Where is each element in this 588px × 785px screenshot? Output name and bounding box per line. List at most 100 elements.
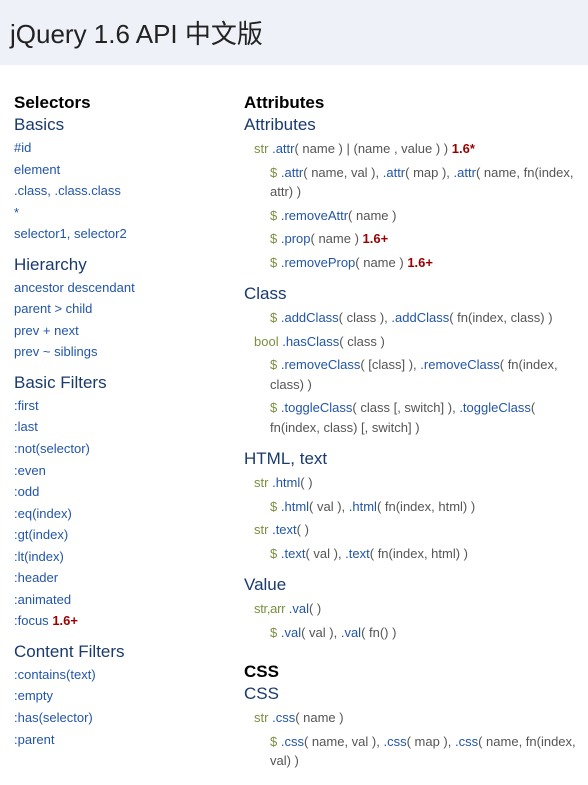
method-link[interactable]: .removeClass [420,357,499,372]
method-link[interactable]: .css [281,734,304,749]
method-link[interactable]: .addClass [281,310,339,325]
api-line: $ .css( name, val ), .css( map ), .css( … [270,732,578,771]
selector-link[interactable]: :empty [14,688,53,703]
method-args: ( ) [309,601,321,616]
api-line: str,arr .val( ) [254,599,578,619]
method-link[interactable]: .css [272,710,295,725]
list-item: prev + next [14,322,244,340]
selector-link[interactable]: ancestor descendant [14,280,135,295]
method-args: ( name ) [295,710,343,725]
list-item: :animated [14,591,244,609]
list-item: element [14,161,244,179]
value-sub-heading: Value [244,575,578,595]
selector-link[interactable]: :eq(index) [14,506,72,521]
method-args: ( name ) [355,255,403,270]
selector-link[interactable]: prev ~ siblings [14,344,97,359]
api-line: $ .removeClass( [class] ), .removeClass(… [270,355,578,394]
selector-link[interactable]: :even [14,463,46,478]
selector-link[interactable]: * [14,205,19,220]
return-type: $ [270,625,277,640]
method-link[interactable]: .val [289,601,309,616]
version-badge: 1.6+ [407,255,433,270]
list-item: :has(selector) [14,709,244,727]
selector-link[interactable]: element [14,162,60,177]
api-line: $ .prop( name ) 1.6+ [270,229,578,249]
return-type: $ [270,734,277,749]
method-args: ( name ) [348,208,396,223]
method-args: ( map ), [405,165,453,180]
selector-link[interactable]: :lt(index) [14,549,64,564]
method-link[interactable]: .css [383,734,406,749]
selector-link[interactable]: .class, .class.class [14,183,121,198]
method-link[interactable]: .toggleClass [459,400,531,415]
method-link[interactable]: .hasClass [282,334,339,349]
method-link[interactable]: .text [281,546,306,561]
selectors-heading: Selectors [14,93,244,113]
method-args: ( ) [297,522,309,537]
method-link[interactable]: .val [341,625,361,640]
method-link[interactable]: .val [281,625,301,640]
method-link[interactable]: .addClass [391,310,449,325]
method-link[interactable]: .attr [281,165,303,180]
method-link[interactable]: .html [272,475,300,490]
selector-link[interactable]: :first [14,398,39,413]
method-link[interactable]: .removeAttr [281,208,348,223]
selector-link[interactable]: :not(selector) [14,441,90,456]
list-item: :empty [14,687,244,705]
method-args: ( [class] ), [360,357,420,372]
list-item: :not(selector) [14,440,244,458]
content-filters-heading: Content Filters [14,642,244,662]
selector-link[interactable]: :contains(text) [14,667,96,682]
method-args: ( fn(index, html) ) [377,499,475,514]
attributes-column: Attributes Attributes str .attr( name ) … [244,93,578,775]
method-link[interactable]: .html [349,499,377,514]
method-link[interactable]: .prop [281,231,311,246]
version-badge: 1.6+ [363,231,389,246]
return-type: bool [254,334,279,349]
return-type: str [254,141,268,156]
method-args: ( name, val ), [303,165,382,180]
version-badge: 1.6+ [52,613,78,628]
basics-list: #id element .class, .class.class * selector1… [14,139,244,243]
list-item: * [14,204,244,222]
basics-heading: Basics [14,115,244,135]
method-link[interactable]: .attr [454,165,476,180]
selector-link[interactable]: :animated [14,592,71,607]
method-link[interactable]: .removeClass [281,357,360,372]
selector-link[interactable]: :has(selector) [14,710,93,725]
method-link[interactable]: .toggleClass [281,400,353,415]
list-item: :odd [14,483,244,501]
selector-link[interactable]: selector1, selector2 [14,226,127,241]
method-link[interactable]: .attr [272,141,294,156]
selector-link[interactable]: :odd [14,484,39,499]
return-type: str [254,522,268,537]
api-line: str .text( ) [254,520,578,540]
hierarchy-list: ancestor descendant parent > child prev + … [14,279,244,361]
basic-filters-last: :focus 1.6+ [14,612,244,630]
selector-link[interactable]: :parent [14,732,54,747]
method-args: ( class [, switch] ), [352,400,459,415]
selector-link[interactable]: :focus [14,613,49,628]
list-item: :eq(index) [14,505,244,523]
method-link[interactable]: .text [272,522,297,537]
list-item: selector1, selector2 [14,225,244,243]
selector-link[interactable]: :last [14,419,38,434]
selector-link[interactable]: :header [14,570,58,585]
method-args: ( ) [300,475,312,490]
method-link[interactable]: .css [455,734,478,749]
method-args: ( class ) [339,334,385,349]
method-args: ( name ) | (name , value ) ) [294,141,448,156]
method-link[interactable]: .removeProp [281,255,355,270]
method-link[interactable]: .html [281,499,309,514]
return-type: str,arr [254,601,285,616]
selector-link[interactable]: #id [14,140,31,155]
class-sub-heading: Class [244,284,578,304]
method-args: ( name, val ), [304,734,383,749]
api-line: str .html( ) [254,473,578,493]
selector-link[interactable]: parent > child [14,301,92,316]
method-link[interactable]: .text [345,546,370,561]
method-link[interactable]: .attr [383,165,405,180]
selector-link[interactable]: :gt(index) [14,527,68,542]
selector-link[interactable]: prev + next [14,323,79,338]
method-args: ( fn(index, class) ) [449,310,552,325]
